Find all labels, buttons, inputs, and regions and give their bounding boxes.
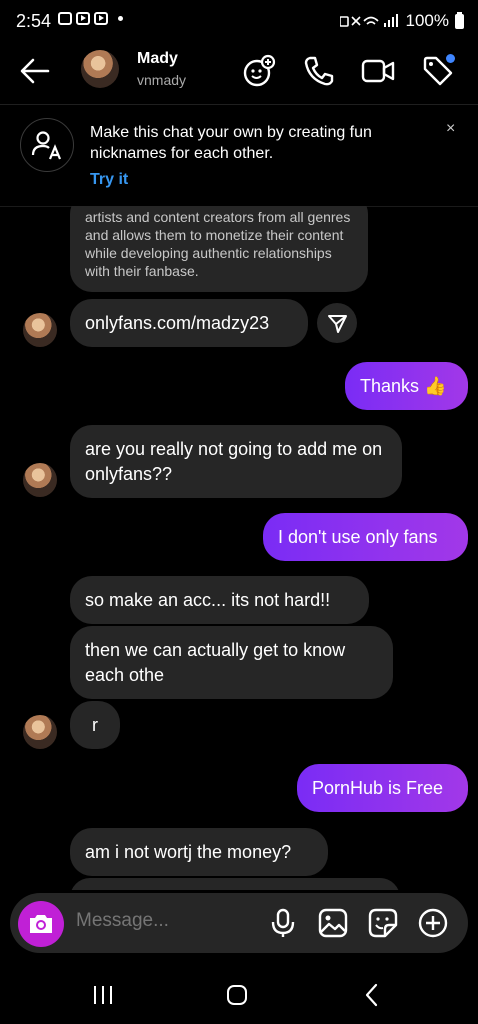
- message-bubble[interactable]: then we can actually get to know each ot…: [70, 626, 393, 699]
- message-bubble-partial[interactable]: [70, 878, 400, 890]
- message-bubble[interactable]: I don't use only fans: [263, 513, 468, 561]
- more-notifications-icon: [118, 16, 123, 21]
- camera-icon: [30, 915, 52, 933]
- back-arrow-icon[interactable]: [18, 56, 52, 86]
- close-icon[interactable]: ×: [446, 120, 455, 138]
- nickname-banner: Make this chat your own by creating fun …: [0, 104, 478, 207]
- signal-wifi-icon: [339, 14, 398, 27]
- home-icon[interactable]: [222, 980, 252, 1010]
- video-camera-icon[interactable]: [361, 54, 395, 88]
- message-bubble[interactable]: artists and content creators from all ge…: [70, 206, 368, 292]
- banner-text: Make this chat your own by creating fun …: [90, 124, 372, 162]
- battery-icon: [455, 11, 464, 29]
- message-input[interactable]: [76, 910, 256, 932]
- system-icons: 100%: [339, 11, 464, 31]
- status-bar: 2:54 100%: [0, 0, 478, 42]
- sticker-icon[interactable]: [366, 906, 400, 940]
- message-bubble[interactable]: Thanks 👍: [345, 362, 468, 410]
- camera-button[interactable]: [18, 901, 64, 947]
- system-nav-bar: [0, 960, 478, 1024]
- sender-avatar[interactable]: [23, 313, 57, 347]
- message-composer: [10, 893, 468, 953]
- message-bubble[interactable]: so make an acc... its not hard!!: [70, 576, 369, 624]
- message-bubble[interactable]: am i not wortj the money?: [70, 828, 328, 876]
- try-it-link[interactable]: Try it: [90, 171, 128, 189]
- message-bubble[interactable]: onlyfans.com/madzy23: [70, 299, 308, 347]
- nickname-icon: [20, 118, 74, 172]
- profile-avatar[interactable]: [81, 50, 119, 88]
- gallery-icon[interactable]: [316, 906, 350, 940]
- youtube-notification-icon: [76, 12, 90, 25]
- notification-dot: [446, 54, 455, 63]
- share-button[interactable]: [317, 303, 357, 343]
- phone-icon[interactable]: [302, 54, 336, 88]
- gallery-notification-icon: [58, 12, 72, 25]
- tag-button[interactable]: [421, 54, 455, 88]
- youtube-notification-icon-2: [94, 12, 108, 25]
- chat-header: Mady vnmady: [0, 42, 478, 105]
- status-time: 2:54: [16, 11, 52, 31]
- sender-avatar[interactable]: [23, 715, 57, 749]
- contact-username[interactable]: vnmady: [137, 72, 186, 88]
- battery-percent: 100%: [405, 11, 449, 30]
- message-bubble[interactable]: PornHub is Free: [297, 764, 468, 812]
- microphone-icon[interactable]: [266, 906, 300, 940]
- plus-icon[interactable]: [416, 906, 450, 940]
- notification-icons: [58, 12, 123, 25]
- sender-avatar[interactable]: [23, 463, 57, 497]
- recent-apps-icon[interactable]: [88, 980, 118, 1010]
- message-bubble[interactable]: are you really not going to add me on on…: [70, 425, 402, 498]
- message-bubble[interactable]: r: [70, 701, 120, 749]
- contact-name[interactable]: Mady: [137, 50, 178, 68]
- nav-back-icon[interactable]: [357, 980, 387, 1010]
- message-list[interactable]: artists and content creators from all ge…: [0, 206, 478, 890]
- share-icon: [328, 315, 347, 333]
- add-effect-icon[interactable]: [242, 54, 276, 88]
